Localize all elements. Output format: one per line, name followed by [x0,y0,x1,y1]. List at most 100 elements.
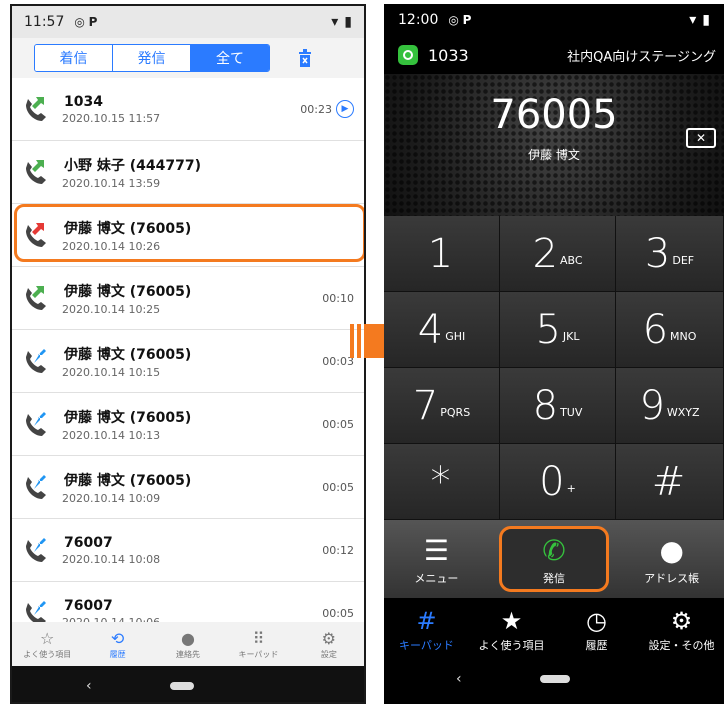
call-name: 76007 [64,597,113,614]
key-digit: 8 [532,382,559,429]
call-info: 小野 妹子 (444777) 2020.10.14 13:59 [62,155,354,190]
play-icon[interactable]: ▶ [336,100,354,118]
nav-favorites[interactable]: ☆ よく使う項目 [12,622,82,666]
key-5[interactable]: 5 JKL [500,292,616,368]
incoming-call-icon [12,330,62,392]
key-letters: TUV [560,406,583,419]
status-bar: 11:57 ◎ P ▾ ▮ [12,6,364,38]
nav-favorites[interactable]: ★ よく使う項目 [469,598,554,662]
address-book-button[interactable]: ● アドレス帳 [619,520,724,598]
key-letters: GHI [445,330,466,343]
call-date: 2020.10.14 13:59 [62,176,161,190]
key-4[interactable]: 4 GHI [384,292,500,368]
call-date: 2020.10.14 10:09 [62,491,161,505]
call-duration: 00:12 [322,543,354,557]
nav-settings[interactable]: ⚙ 設定・その他 [639,598,724,662]
key-letters: MNO [670,330,697,343]
call-duration-wrap: 00:10 [322,292,354,305]
dial-keypad: 1 2 ABC 3 DEF 4 GHI 5 JKL 6 MNO 7 PQRS 8 TUV 9 WXYZ * 0 + # [384,216,724,520]
call-button[interactable]: ✆ 発信 [498,526,610,592]
account-number: 1033 [428,45,469,65]
filter-all[interactable]: 全て [191,45,269,71]
filter-incoming[interactable]: 着信 [35,45,113,71]
nav-contacts[interactable]: ● 連絡先 [153,622,223,666]
key-hash[interactable]: # [616,444,724,520]
key-digit: 1 [427,230,454,277]
bottom-nav: ☆ よく使う項目 ⟲ 履歴 ● 連絡先 ⠿ キーパッド ⚙ 設定 [12,622,364,666]
incoming-call-icon [12,519,62,581]
call-duration-wrap: 00:05 [322,607,354,620]
system-nav-bar: ‹ [384,662,724,696]
incoming-call-icon [12,393,62,455]
key-7[interactable]: 7 PQRS [384,368,500,444]
key-digit: 9 [639,382,665,429]
call-history-row[interactable]: 伊藤 博文 (76005) 2020.10.14 10:15 00:03 [12,330,364,393]
key-star[interactable]: * [384,444,500,520]
menu-button[interactable]: ☰ メニュー [384,520,489,598]
key-8[interactable]: 8 TUV [500,368,616,444]
nav-history[interactable]: ◷ 履歴 [554,598,639,662]
call-duration: 00:05 [322,480,354,494]
nav-label: キーパッド [238,649,279,659]
call-history-row[interactable]: 伊藤 博文 (76005) 2020.10.14 10:09 00:05 [12,456,364,519]
call-history-row[interactable]: 伊藤 博文 (76005) 2020.10.14 10:26 [12,204,364,267]
call-history-row[interactable]: 1034 2020.10.15 11:57 00:23 ▶ [12,78,364,141]
call-label: 発信 [543,572,565,585]
key-letters: PQRS [440,406,471,419]
key-1[interactable]: 1 [384,216,500,292]
key-letters: + [566,482,576,495]
call-date: 2020.10.14 10:13 [62,428,161,442]
key-letters: DEF [672,254,695,267]
menu-icon: ☰ [423,534,449,567]
key-6[interactable]: 6 MNO [616,292,724,368]
nav-label: キーパッド [399,639,454,652]
key-digit: 7 [412,382,439,429]
key-digit: 6 [642,306,669,353]
call-history-row[interactable]: 小野 妹子 (444777) 2020.10.14 13:59 [12,141,364,204]
key-2[interactable]: 2 ABC [500,216,616,292]
call-name: 伊藤 博文 (76005) [64,472,192,489]
call-date: 2020.10.14 10:08 [62,552,161,566]
call-name: 伊藤 博文 (76005) [64,409,192,426]
back-icon[interactable]: ‹ [86,678,92,694]
nav-settings[interactable]: ⚙ 設定 [294,622,364,666]
wifi-icon: ▾ [689,12,697,28]
back-icon[interactable]: ‹ [456,671,462,687]
status-right-icons: ▾ ▮ [689,12,710,28]
home-pill[interactable] [169,682,194,690]
filter-outgoing[interactable]: 発信 [113,45,191,71]
left-phone-screen: 11:57 ◎ P ▾ ▮ 着信 発信 全て 1034 2020.10.15 11… [10,4,366,704]
call-info: 伊藤 博文 (76005) 2020.10.14 10:25 [62,281,322,316]
nav-keypad[interactable]: ⠿ キーパッド [223,622,293,666]
key-digit: 2 [532,230,558,277]
home-pill[interactable] [539,675,570,683]
nav-keypad[interactable]: # キーパッド [384,598,469,662]
action-row: ☰ メニュー ✆ 発信 ● アドレス帳 [384,520,724,598]
key-9[interactable]: 9 WXYZ [616,368,724,444]
keypad-icon: # [416,607,437,635]
backspace-icon[interactable]: ✕ [686,128,716,148]
key-digit: 3 [644,230,671,277]
status-bar: 12:00 ◎ P ▾ ▮ [384,4,724,36]
call-date: 2020.10.14 10:25 [62,302,161,316]
gear-icon: ⚙ [670,607,693,635]
key-letters: JKL [562,330,580,343]
key-digit: * [430,458,451,505]
trash-icon[interactable] [296,48,314,68]
outgoing-call-icon [12,141,62,203]
call-history-row[interactable]: 伊藤 博文 (76005) 2020.10.14 10:13 00:05 [12,393,364,456]
key-3[interactable]: 3 DEF [616,216,724,292]
star-icon: ☆ [40,628,55,648]
call-name: 1034 [64,93,103,110]
key-0[interactable]: 0 + [500,444,616,520]
call-info: 伊藤 博文 (76005) 2020.10.14 10:13 [62,407,322,442]
call-duration: 00:10 [322,291,354,305]
nav-label: よく使う項目 [23,649,72,659]
status-icons: ◎ P [74,15,98,29]
history-filter: 着信 発信 全て [34,44,270,72]
nav-history[interactable]: ⟲ 履歴 [82,622,152,666]
call-history-row[interactable]: 伊藤 博文 (76005) 2020.10.14 10:25 00:10 [12,267,364,330]
call-history-row[interactable]: 76007 2020.10.14 10:08 00:12 [12,519,364,582]
dialed-number: 76005 [490,92,618,138]
key-digit: # [651,458,686,505]
